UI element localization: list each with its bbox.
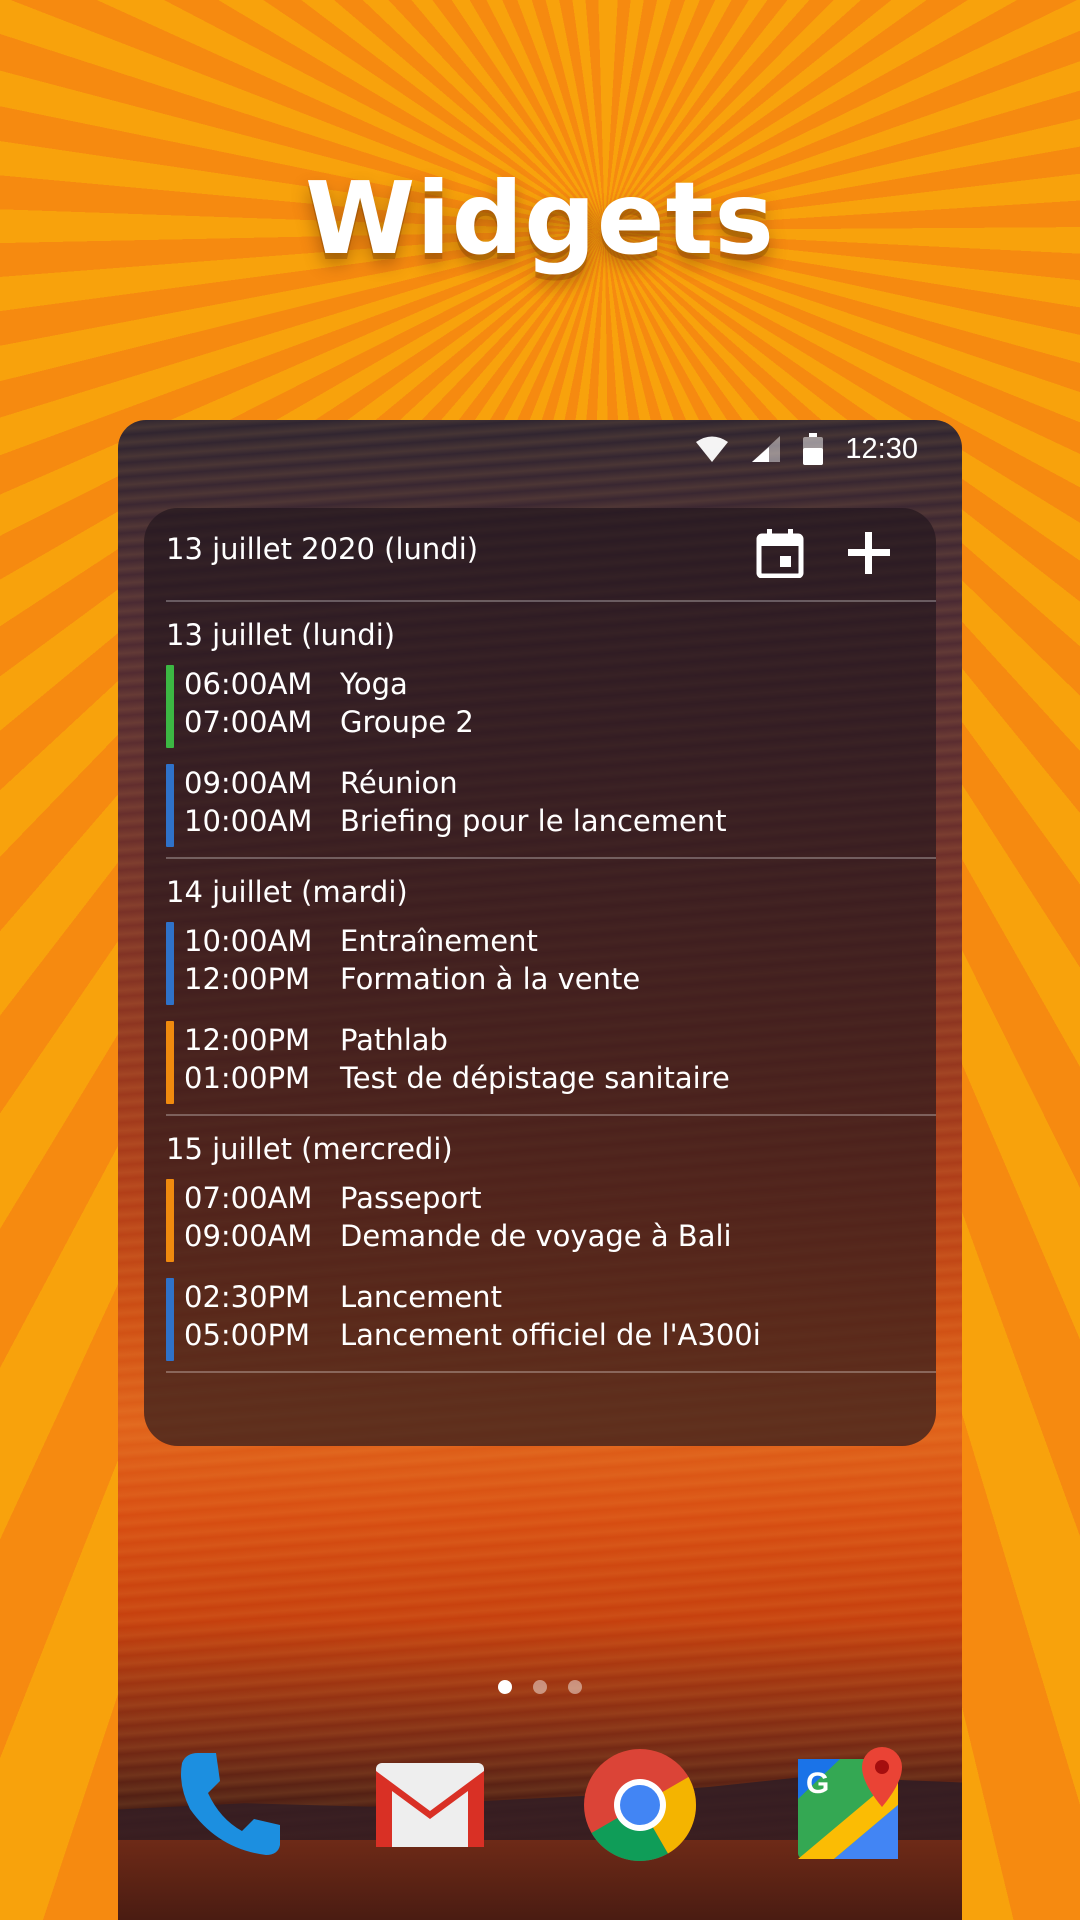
page-dot[interactable] <box>568 1680 582 1694</box>
status-bar: 12:30 <box>118 420 962 478</box>
event-end-time: 12:00PM <box>184 962 311 996</box>
event-title: Lancement <box>340 1280 502 1314</box>
event-start-time: 10:00AM <box>184 924 313 958</box>
event-title: Yoga <box>340 667 408 701</box>
battery-icon <box>803 433 824 465</box>
chrome-app-icon[interactable] <box>580 1745 700 1865</box>
page-dot[interactable] <box>533 1680 547 1694</box>
app-dock: G <box>118 1745 962 1875</box>
event-item[interactable]: 10:00AM 12:00PM Entraînement Formation à… <box>166 922 936 1005</box>
add-icon[interactable] <box>844 528 896 580</box>
event-end-time: 09:00AM <box>184 1219 313 1253</box>
event-item[interactable]: 06:00AM 07:00AM Yoga Groupe 2 <box>166 665 936 748</box>
event-start-time: 09:00AM <box>184 766 313 800</box>
agenda-widget[interactable]: 13 juillet 2020 (lundi) 13 juillet (lund… <box>144 508 936 1446</box>
gmail-app-icon[interactable] <box>370 1745 490 1865</box>
maps-app-icon[interactable]: G <box>790 1745 910 1865</box>
status-time: 12:30 <box>845 432 918 465</box>
event-end-time: 07:00AM <box>184 705 313 739</box>
day-section: 15 juillet (mercredi) 07:00AM 09:00AM Pa… <box>166 1116 936 1373</box>
phone-screen: 12:30 13 juillet 2020 (lundi) 13 juillet… <box>118 420 962 1920</box>
widget-header: 13 juillet 2020 (lundi) <box>166 508 936 602</box>
event-color-bar <box>166 1278 174 1361</box>
event-title: Passeport <box>340 1181 482 1215</box>
day-section: 14 juillet (mardi) 10:00AM 12:00PM Entra… <box>166 859 936 1116</box>
event-color-bar <box>166 1021 174 1104</box>
signal-icon <box>751 435 781 463</box>
event-start-time: 02:30PM <box>184 1280 311 1314</box>
event-start-time: 06:00AM <box>184 667 313 701</box>
event-item[interactable]: 12:00PM 01:00PM Pathlab Test de dépistag… <box>166 1021 936 1104</box>
phone-app-icon[interactable] <box>168 1745 288 1865</box>
event-subtitle: Test de dépistage sanitaire <box>340 1061 730 1095</box>
event-color-bar <box>166 1179 174 1262</box>
page-dot-active[interactable] <box>498 1680 512 1694</box>
event-color-bar <box>166 922 174 1005</box>
svg-text:G: G <box>806 1767 829 1800</box>
event-subtitle: Briefing pour le lancement <box>340 804 727 838</box>
day-label: 15 juillet (mercredi) <box>166 1132 453 1166</box>
event-subtitle: Lancement officiel de l'A300i <box>340 1318 761 1352</box>
event-end-time: 05:00PM <box>184 1318 311 1352</box>
headline: Widgets <box>305 160 775 277</box>
widget-date-title[interactable]: 13 juillet 2020 (lundi) <box>166 532 478 566</box>
calendar-icon[interactable] <box>756 528 808 580</box>
event-item[interactable]: 07:00AM 09:00AM Passeport Demande de voy… <box>166 1179 936 1262</box>
event-title: Réunion <box>340 766 458 800</box>
page-indicator <box>118 1680 962 1694</box>
wifi-icon <box>695 435 729 463</box>
event-start-time: 12:00PM <box>184 1023 311 1057</box>
event-end-time: 10:00AM <box>184 804 313 838</box>
event-item[interactable]: 09:00AM 10:00AM Réunion Briefing pour le… <box>166 764 936 847</box>
event-color-bar <box>166 764 174 847</box>
event-title: Pathlab <box>340 1023 448 1057</box>
event-item[interactable]: 02:30PM 05:00PM Lancement Lancement offi… <box>166 1278 936 1361</box>
event-subtitle: Formation à la vente <box>340 962 641 996</box>
event-subtitle: Groupe 2 <box>340 705 474 739</box>
event-color-bar <box>166 665 174 748</box>
event-start-time: 07:00AM <box>184 1181 313 1215</box>
event-subtitle: Demande de voyage à Bali <box>340 1219 732 1253</box>
day-label: 13 juillet (lundi) <box>166 618 396 652</box>
day-section: 13 juillet (lundi) 06:00AM 07:00AM Yoga … <box>166 602 936 859</box>
day-label: 14 juillet (mardi) <box>166 875 408 909</box>
event-title: Entraînement <box>340 924 538 958</box>
event-end-time: 01:00PM <box>184 1061 311 1095</box>
